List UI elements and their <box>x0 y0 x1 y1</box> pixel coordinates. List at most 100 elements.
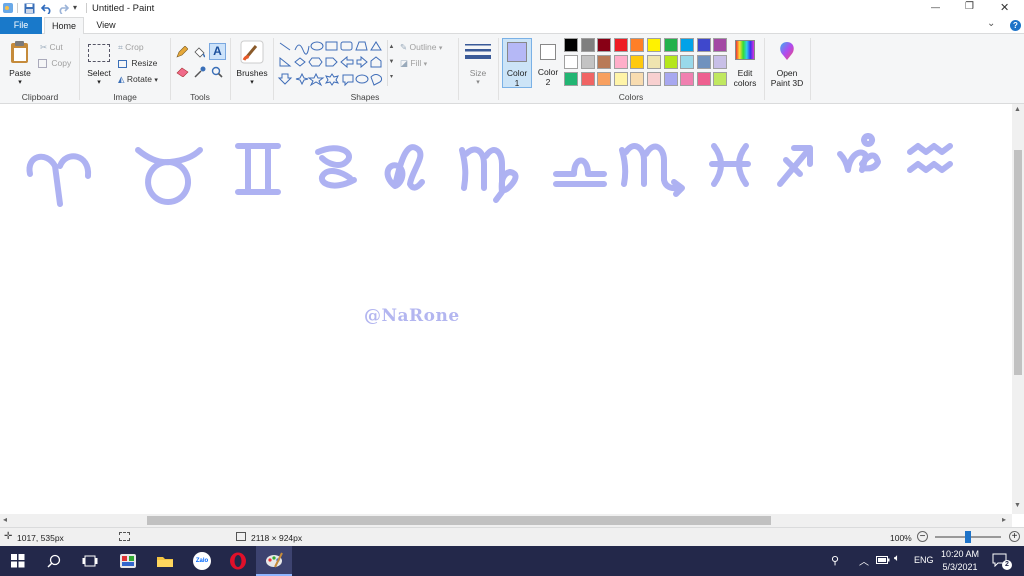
people-icon[interactable]: ⚲ <box>831 554 839 567</box>
undo-icon[interactable] <box>41 3 53 14</box>
clock-time[interactable]: 10:20 AM <box>937 549 983 559</box>
taskbar-opera[interactable] <box>220 546 256 576</box>
palette-swatch[interactable] <box>663 38 678 52</box>
taskbar-paint[interactable] <box>256 546 292 576</box>
pencil-icon[interactable] <box>176 46 188 58</box>
qat-customize-icon[interactable]: ▾ <box>73 3 77 12</box>
palette-swatch[interactable] <box>680 38 695 52</box>
palette-swatch[interactable] <box>647 72 661 86</box>
status-bar: ✛ 1017, 535px 2118 × 924px 100% − + <box>0 527 1024 546</box>
zalo-icon: Zalo <box>193 552 211 570</box>
palette-swatch[interactable] <box>613 38 628 52</box>
battery-icon[interactable] <box>876 555 890 565</box>
palette-swatch[interactable] <box>613 72 628 86</box>
palette-swatch[interactable] <box>613 55 628 69</box>
search-button[interactable] <box>36 546 72 576</box>
shapes-scroll[interactable]: ▲ ▼ ▾ <box>387 40 395 86</box>
palette-swatch[interactable] <box>647 38 661 52</box>
brushes-button[interactable]: Brushes ▾ <box>234 38 270 88</box>
restore-icon[interactable]: ❐ <box>965 1 974 12</box>
volume-icon[interactable]: 🔈︎ <box>894 553 900 564</box>
rotate-button[interactable]: ◭ Rotate ▾ <box>118 72 158 86</box>
save-icon[interactable] <box>24 3 35 14</box>
clock-date[interactable]: 5/3/2021 <box>937 562 983 572</box>
palette-swatch[interactable] <box>630 55 645 69</box>
drawing-canvas[interactable]: ♈ ♉ ♊ ♋ ♌ ♍ ♎ ♏ ♓ ♐ ♑ ♒ @NaRone <box>0 104 1012 514</box>
zoom-slider-thumb[interactable] <box>965 531 971 543</box>
tab-home[interactable]: Home <box>44 17 84 35</box>
close-icon[interactable]: ✕ <box>1000 1 1009 14</box>
minimize-icon[interactable]: — <box>931 2 940 12</box>
palette-swatch[interactable] <box>713 72 728 86</box>
eraser-icon[interactable] <box>176 66 189 77</box>
paint-app-icon[interactable] <box>2 2 14 14</box>
tab-view[interactable]: View <box>88 17 124 34</box>
palette-swatch[interactable] <box>580 38 595 52</box>
tab-file[interactable]: File <box>0 17 42 34</box>
palette-swatch[interactable] <box>713 38 728 52</box>
palette-swatch[interactable] <box>564 72 578 86</box>
taskbar-app-snip[interactable] <box>110 546 146 576</box>
horizontal-scroll-thumb[interactable] <box>147 516 771 525</box>
scroll-down-icon[interactable]: ▼ <box>1014 502 1021 509</box>
paste-button[interactable]: Paste ▾ <box>4 38 36 88</box>
cut-button[interactable]: ✂ Cut <box>40 40 63 54</box>
qat-separator <box>17 3 18 13</box>
zoom-in-icon[interactable]: + <box>1009 531 1020 542</box>
resize-button[interactable]: Resize <box>118 56 157 70</box>
palette-swatch[interactable] <box>564 38 578 52</box>
palette-swatch[interactable] <box>580 55 595 69</box>
zoom-out-icon[interactable]: − <box>917 531 928 542</box>
fill-button[interactable]: ◪ Fill ▾ <box>400 56 427 70</box>
text-tool-icon[interactable]: A <box>209 43 226 60</box>
palette-swatch[interactable] <box>597 72 612 86</box>
open-paint3d-button[interactable]: Open Paint 3D <box>767 38 807 88</box>
group-separator <box>230 38 231 100</box>
palette-swatch[interactable] <box>663 72 678 86</box>
palette-swatch[interactable] <box>647 55 661 69</box>
size-button[interactable]: Size ▾ <box>462 38 494 88</box>
palette-swatch[interactable] <box>663 55 678 69</box>
edit-colors-button[interactable]: Edit colors <box>732 38 758 88</box>
palette-swatch[interactable] <box>564 55 578 69</box>
notification-count-badge[interactable]: 2 <box>1002 560 1012 570</box>
paint3d-label-2: Paint 3D <box>770 78 804 88</box>
color-picker-icon[interactable] <box>194 66 206 78</box>
magnifier-icon[interactable] <box>211 66 223 78</box>
start-button[interactable] <box>0 546 36 576</box>
palette-swatch[interactable] <box>580 72 595 86</box>
redo-icon[interactable] <box>57 3 69 14</box>
palette-swatch[interactable] <box>630 38 645 52</box>
palette-swatch[interactable] <box>696 55 711 69</box>
fill-bucket-icon[interactable] <box>193 46 206 58</box>
title-separator <box>86 3 87 13</box>
outline-button[interactable]: ✎ Outline ▾ <box>400 40 442 54</box>
ribbon-collapse-icon[interactable]: ⌄ <box>987 18 995 29</box>
color2-button[interactable]: Color 2 <box>534 38 562 88</box>
select-button[interactable]: Select ▾ <box>84 38 114 88</box>
palette-swatch[interactable] <box>696 38 711 52</box>
task-view-button[interactable] <box>72 546 108 576</box>
palette-swatch[interactable] <box>713 55 728 69</box>
palette-swatch[interactable] <box>597 38 612 52</box>
copy-button[interactable]: Copy <box>38 56 71 70</box>
vertical-scrollbar[interactable]: ▲ ▼ <box>1012 104 1024 514</box>
palette-swatch[interactable] <box>696 72 711 86</box>
taskbar-zalo[interactable]: Zalo <box>184 546 220 576</box>
help-icon[interactable]: ? <box>1010 20 1021 31</box>
scroll-right-icon[interactable]: ▸ <box>1002 515 1006 524</box>
taskbar-file-explorer[interactable] <box>147 546 183 576</box>
vertical-scroll-thumb[interactable] <box>1014 150 1022 375</box>
show-hidden-icons[interactable]: ︿ <box>859 553 869 568</box>
scroll-left-icon[interactable]: ◂ <box>3 515 7 524</box>
input-language[interactable]: ENG <box>914 555 934 565</box>
palette-swatch[interactable] <box>630 72 645 86</box>
horizontal-scrollbar[interactable]: ◂ ▸ <box>0 514 1012 527</box>
color1-button[interactable]: Color 1 <box>502 38 532 88</box>
scroll-up-icon[interactable]: ▲ <box>1014 106 1021 113</box>
palette-swatch[interactable] <box>597 55 612 69</box>
shapes-gallery[interactable] <box>277 40 387 88</box>
crop-button[interactable]: ⌗ Crop <box>118 40 144 54</box>
palette-swatch[interactable] <box>680 55 695 69</box>
palette-swatch[interactable] <box>680 72 695 86</box>
